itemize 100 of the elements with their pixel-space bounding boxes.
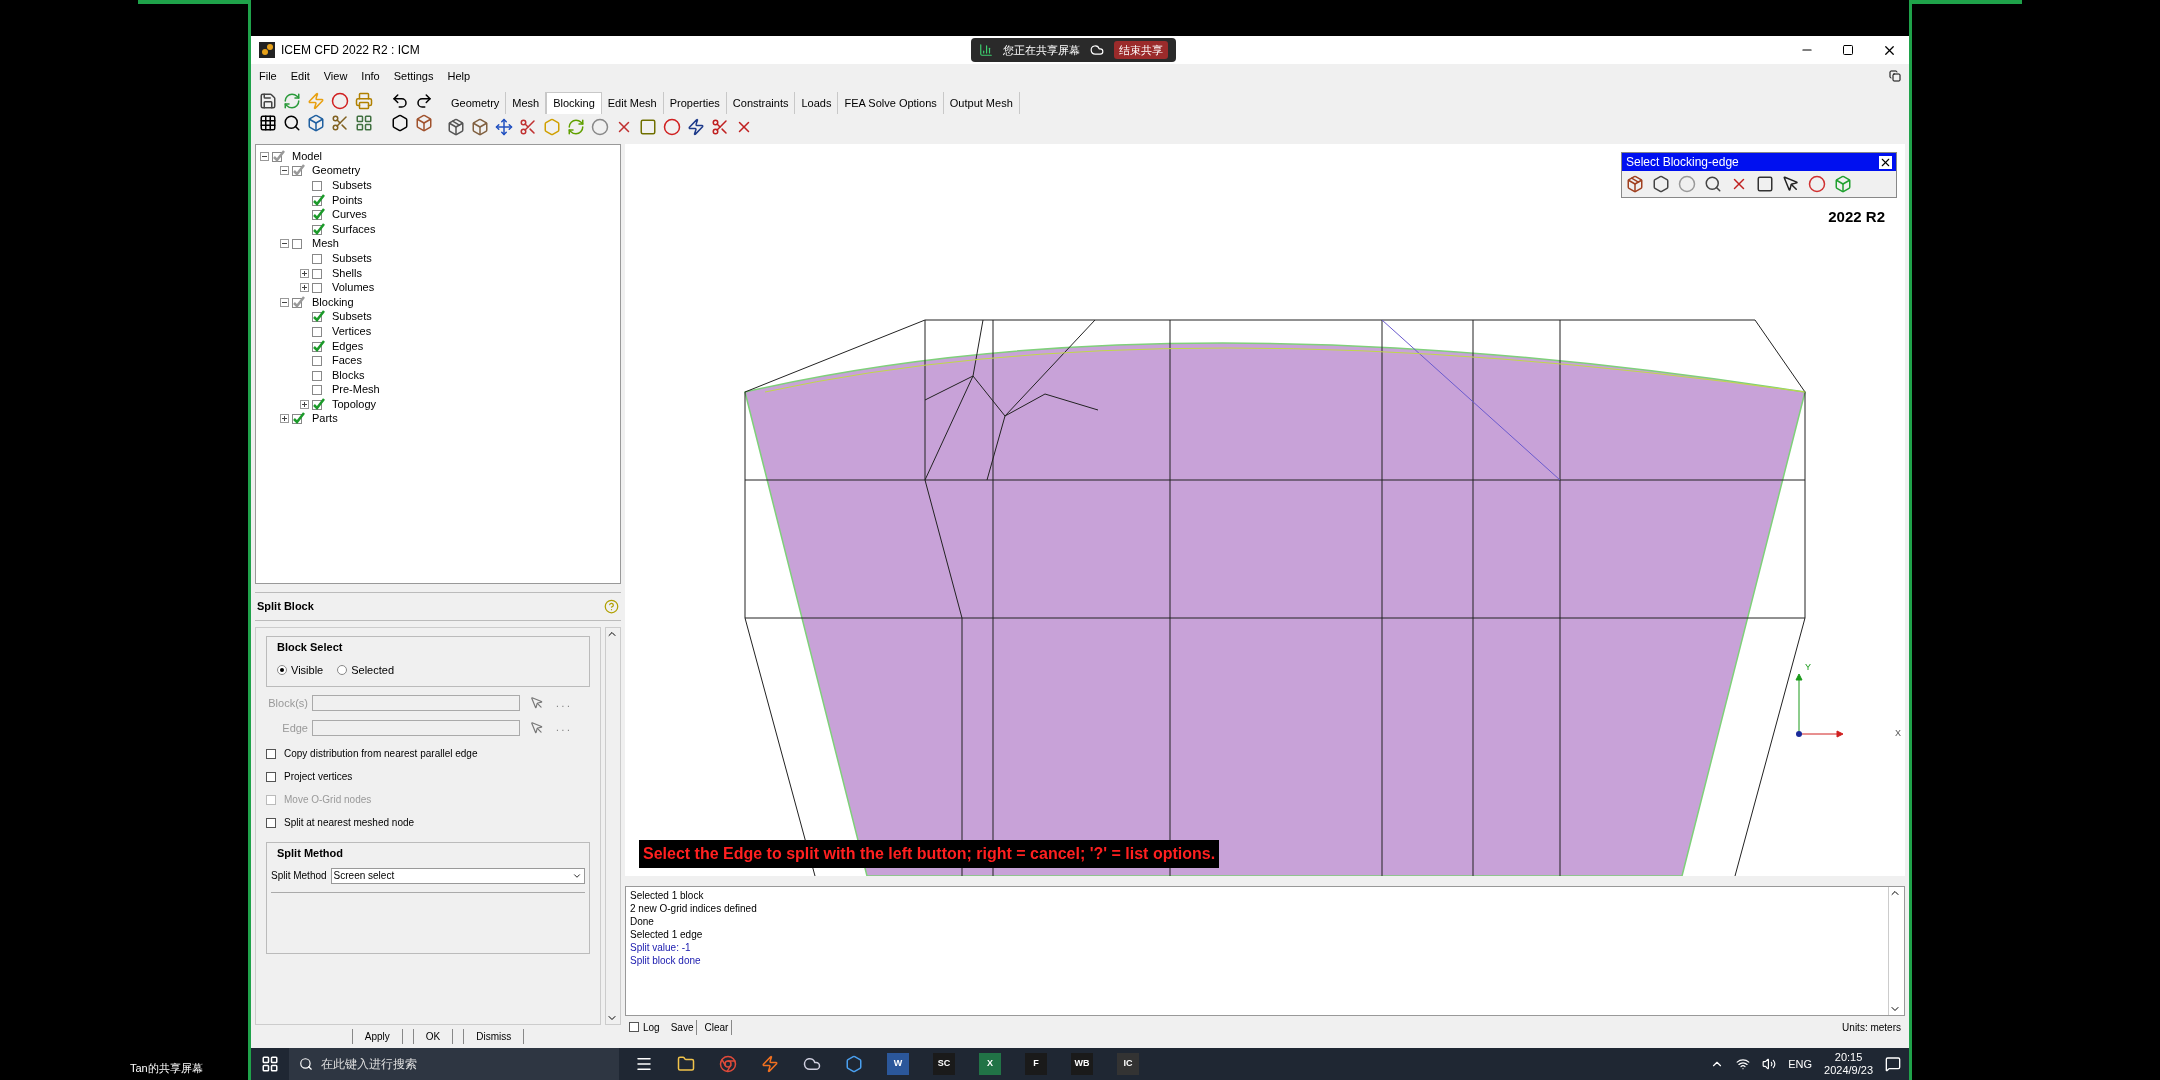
dialog-button[interactable]: Dismiss xyxy=(463,1029,525,1044)
checkbox[interactable] xyxy=(266,771,276,782)
blocking-tool-icon[interactable] xyxy=(495,118,513,136)
undo-icon[interactable] xyxy=(391,92,409,110)
browser-icon[interactable] xyxy=(719,1055,737,1073)
tree-item[interactable]: Faces xyxy=(332,355,362,367)
tree-item[interactable]: Mesh xyxy=(312,238,339,250)
menu-item[interactable]: Help xyxy=(447,67,471,85)
menu-item[interactable]: View xyxy=(323,67,348,85)
close-icon[interactable] xyxy=(1879,155,1892,169)
menu-item[interactable]: Edit xyxy=(290,67,310,85)
selection-tool-icon[interactable] xyxy=(1704,175,1722,193)
checkbox[interactable] xyxy=(312,281,325,295)
clock-time[interactable]: 20:15 xyxy=(1834,1051,1863,1064)
tree-item[interactable]: Vertices xyxy=(332,325,372,337)
clock-date[interactable]: 2024/9/23 xyxy=(1824,1064,1873,1077)
menu-item[interactable]: Info xyxy=(361,67,380,85)
checkbox[interactable] xyxy=(312,383,325,397)
checkbox[interactable] xyxy=(292,237,305,251)
checkbox[interactable] xyxy=(292,164,305,178)
menu-item[interactable]: File xyxy=(259,67,277,85)
selection-tool-icon[interactable] xyxy=(1782,175,1800,193)
checkbox[interactable] xyxy=(312,208,325,222)
tree-item[interactable]: Shells xyxy=(332,267,362,279)
cloud-icon[interactable] xyxy=(803,1055,821,1073)
blocking-tool-icon[interactable] xyxy=(711,118,729,136)
tree-item[interactable]: Geometry xyxy=(312,165,361,177)
tree-item[interactable]: Curves xyxy=(332,209,367,221)
tree-item[interactable]: Parts xyxy=(312,413,338,425)
save-icon[interactable] xyxy=(259,92,277,110)
collapse-icon[interactable] xyxy=(280,239,289,249)
ribbon-tab[interactable]: Properties xyxy=(663,92,727,114)
checkbox[interactable] xyxy=(312,324,325,338)
search-bar[interactable]: 在此键入进行搜索 xyxy=(289,1048,619,1080)
expand-icon[interactable] xyxy=(300,399,309,409)
redo-icon[interactable] xyxy=(415,92,433,110)
taskbar-app[interactable]: WB xyxy=(1071,1053,1093,1075)
tree-item[interactable]: Pre-Mesh xyxy=(332,384,380,396)
log-button[interactable]: Clear xyxy=(701,1019,733,1035)
radio-button[interactable] xyxy=(337,664,348,675)
folder-icon[interactable] xyxy=(677,1055,695,1073)
ribbon-tab[interactable]: Blocking xyxy=(546,92,602,114)
checkbox[interactable] xyxy=(312,368,325,382)
language-indicator[interactable]: ENG xyxy=(1788,1055,1813,1073)
ribbon-tab[interactable]: FEA Solve Options xyxy=(838,92,944,114)
windows-start-icon[interactable] xyxy=(261,1055,279,1073)
box-icon[interactable] xyxy=(307,114,325,132)
log-button[interactable]: Save xyxy=(667,1019,698,1035)
ribbon-tab[interactable]: Loads xyxy=(795,92,839,114)
more-button[interactable]: . . . xyxy=(556,695,570,711)
checkbox[interactable] xyxy=(312,179,325,192)
selection-tool-icon[interactable] xyxy=(1756,175,1774,193)
taskbar-app[interactable]: X xyxy=(979,1053,1001,1075)
tree-item[interactable]: Blocking xyxy=(312,296,354,308)
ribbon-tab[interactable]: Geometry xyxy=(445,92,507,114)
tree-item[interactable]: Surfaces xyxy=(332,223,376,235)
checkbox[interactable] xyxy=(312,354,325,368)
input-field[interactable] xyxy=(312,695,520,712)
tree-item[interactable]: Points xyxy=(332,194,363,206)
tree-item[interactable]: Edges xyxy=(332,340,364,352)
zoom-icon[interactable] xyxy=(283,114,301,132)
blocking-tool-icon[interactable] xyxy=(687,118,705,136)
grid-icon[interactable] xyxy=(355,114,373,132)
checkbox[interactable] xyxy=(312,310,325,324)
checkbox[interactable] xyxy=(312,222,325,236)
tree-item[interactable]: Blocks xyxy=(332,369,365,381)
more-button[interactable]: . . . xyxy=(556,720,570,736)
pointer-icon[interactable] xyxy=(530,720,544,735)
taskbar-app[interactable]: W xyxy=(887,1053,909,1075)
cloud-icon[interactable] xyxy=(1090,43,1104,57)
search-icon[interactable] xyxy=(299,1057,313,1071)
hexagon-icon[interactable] xyxy=(391,114,409,132)
blocking-tool-icon[interactable] xyxy=(519,118,537,136)
search-field[interactable]: 在此键入进行搜索 xyxy=(321,1055,601,1073)
expand-icon[interactable] xyxy=(300,268,309,278)
input-field[interactable] xyxy=(312,719,520,736)
checkbox[interactable] xyxy=(292,295,305,309)
expand-icon[interactable] xyxy=(280,414,289,424)
checkbox[interactable] xyxy=(312,193,325,207)
selection-tool-icon[interactable] xyxy=(1652,175,1670,193)
dialog-button[interactable]: OK xyxy=(412,1029,454,1044)
maximize-icon[interactable] xyxy=(1842,44,1854,56)
checkbox[interactable] xyxy=(266,817,276,828)
cut-icon[interactable] xyxy=(331,114,349,132)
speaker-icon[interactable] xyxy=(1762,1057,1777,1071)
dialog-button[interactable]: Apply xyxy=(351,1029,403,1044)
stop-sharing-button[interactable]: 结束共享 xyxy=(1114,40,1168,60)
checkbox[interactable] xyxy=(312,397,325,411)
printer-icon[interactable] xyxy=(355,92,373,110)
radio-button[interactable] xyxy=(277,664,287,675)
task-view-icon[interactable] xyxy=(635,1055,653,1073)
blocking-tool-icon[interactable] xyxy=(639,118,657,136)
tree-item[interactable]: Model xyxy=(292,150,322,162)
blocking-tool-icon[interactable] xyxy=(447,118,465,136)
tree-item[interactable]: Subsets xyxy=(332,252,372,264)
tree-item[interactable]: Topology xyxy=(332,398,377,410)
taskbar-app[interactable]: F xyxy=(1025,1053,1047,1075)
network-icon[interactable] xyxy=(1736,1057,1751,1071)
checkbox[interactable] xyxy=(312,339,325,353)
checkbox[interactable] xyxy=(629,1022,639,1032)
